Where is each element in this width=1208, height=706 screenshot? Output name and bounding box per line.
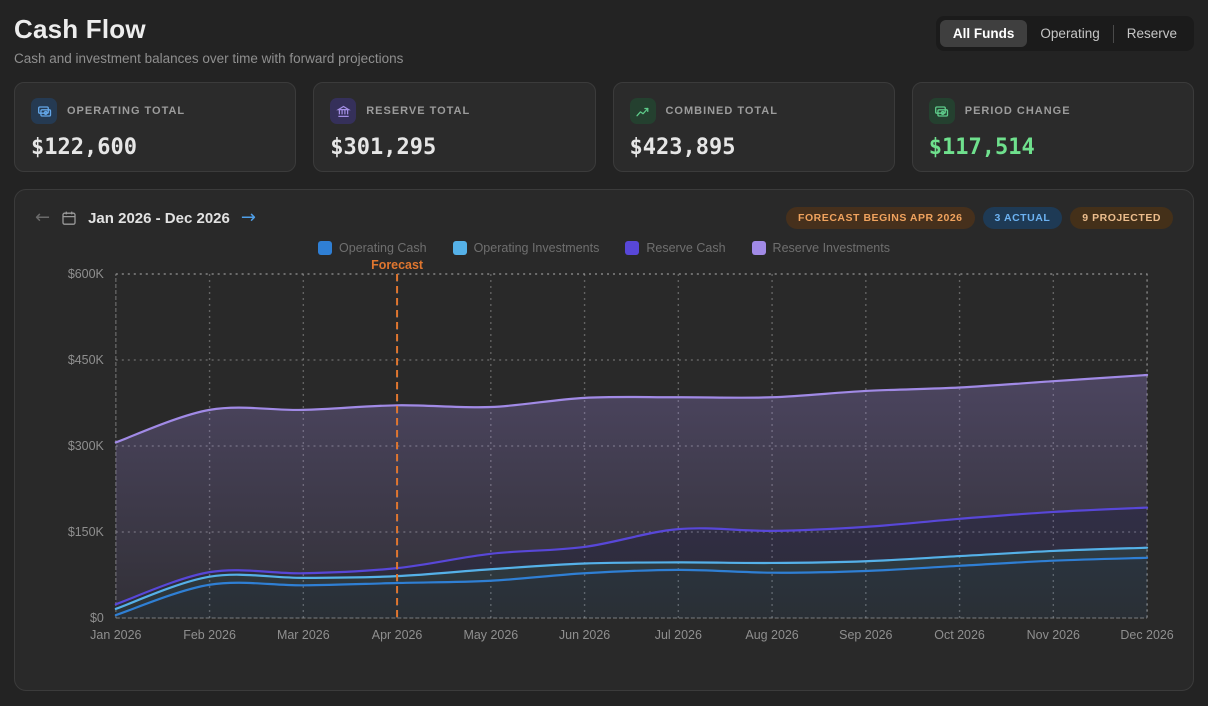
stat-card-operating-total: OPERATING TOTAL $122,600 [14, 82, 296, 172]
legend-swatch-icon [625, 241, 639, 255]
stat-card-period-change: PERIOD CHANGE $117,514 [912, 82, 1194, 172]
legend-label: Operating Cash [339, 241, 427, 255]
legend-swatch-icon [318, 241, 332, 255]
legend-item[interactable]: Operating Cash [318, 241, 427, 255]
y-axis-tick-label: $150K [68, 525, 105, 539]
next-period-button[interactable]: → [241, 209, 256, 227]
chart-header: ← Jan 2026 - Dec 2026 → FORECAST BEGINS … [15, 190, 1193, 229]
stat-label: PERIOD CHANGE [965, 105, 1071, 117]
x-axis-tick-label: May 2026 [463, 628, 518, 642]
chart-legend: Operating Cash Operating Investments Reser… [15, 241, 1193, 255]
page-subtitle: Cash and investment balances over time w… [14, 51, 403, 66]
tab-operating[interactable]: Operating [1027, 20, 1112, 47]
x-axis-tick-label: Mar 2026 [277, 628, 330, 642]
actual-count-badge: 3 ACTUAL [983, 207, 1063, 229]
forecast-line-label: Forecast [371, 258, 423, 272]
chart-badges: FORECAST BEGINS APR 2026 3 ACTUAL 9 PROJ… [786, 207, 1173, 229]
stacked-area-chart[interactable]: Forecast $0 $150K $300K $450K $600K Jan 2026 Fe… [15, 257, 1193, 657]
cash-flow-chart-panel: ← Jan 2026 - Dec 2026 → FORECAST BEGINS … [14, 189, 1194, 691]
y-axis-tick-label: $450K [68, 353, 105, 367]
date-range-nav: ← Jan 2026 - Dec 2026 → [35, 209, 256, 227]
x-axis-tick-label: Sep 2026 [839, 628, 892, 642]
page-header: Cash Flow Cash and investment balances o… [14, 14, 1194, 66]
x-axis-tick-label: Oct 2026 [934, 628, 985, 642]
title-block: Cash Flow Cash and investment balances o… [14, 14, 403, 66]
x-axis-tick-label: Apr 2026 [372, 628, 423, 642]
banknotes-icon [31, 98, 57, 124]
fund-filter-tabs: All Funds Operating Reserve [936, 16, 1194, 51]
legend-swatch-icon [752, 241, 766, 255]
page-title: Cash Flow [14, 14, 403, 45]
y-axis-tick-label: $600K [68, 267, 105, 281]
stat-value: $122,600 [31, 135, 279, 160]
legend-item[interactable]: Reserve Investments [752, 241, 890, 255]
stat-label: COMBINED TOTAL [666, 105, 778, 117]
y-axis-tick-label: $300K [68, 439, 105, 453]
stat-card-combined-total: COMBINED TOTAL $423,895 [613, 82, 895, 172]
legend-label: Reserve Investments [773, 241, 890, 255]
tab-all-funds[interactable]: All Funds [940, 20, 1028, 47]
stat-label: RESERVE TOTAL [366, 105, 470, 117]
trend-up-icon [630, 98, 656, 124]
stat-cards-row: OPERATING TOTAL $122,600 RESERVE TOTAL $… [14, 82, 1194, 172]
x-axis-tick-label: Jan 2026 [90, 628, 141, 642]
stat-value: $423,895 [630, 135, 878, 160]
bank-icon [330, 98, 356, 124]
stat-value: $301,295 [330, 135, 578, 160]
x-axis-tick-label: Jun 2026 [559, 628, 610, 642]
forecast-begins-badge: FORECAST BEGINS APR 2026 [786, 207, 975, 229]
calendar-icon [61, 210, 77, 226]
x-axis-tick-label: Jul 2026 [655, 628, 702, 642]
date-range-label: Jan 2026 - Dec 2026 [88, 210, 230, 227]
legend-label: Operating Investments [474, 241, 600, 255]
tab-reserve[interactable]: Reserve [1114, 20, 1190, 47]
x-axis-tick-label: Aug 2026 [745, 628, 798, 642]
x-axis-tick-label: Nov 2026 [1027, 628, 1080, 642]
legend-swatch-icon [453, 241, 467, 255]
cash-flow-page: Cash Flow Cash and investment balances o… [0, 0, 1208, 691]
banknotes-icon [929, 98, 955, 124]
legend-item[interactable]: Reserve Cash [625, 241, 725, 255]
stat-card-reserve-total: RESERVE TOTAL $301,295 [313, 82, 595, 172]
stat-label: OPERATING TOTAL [67, 105, 185, 117]
y-axis-tick-label: $0 [90, 611, 104, 625]
projected-count-badge: 9 PROJECTED [1070, 207, 1173, 229]
x-axis-tick-label: Feb 2026 [183, 628, 236, 642]
prev-period-button[interactable]: ← [35, 209, 50, 227]
x-axis-tick-label: Dec 2026 [1120, 628, 1173, 642]
stat-value: $117,514 [929, 135, 1177, 160]
legend-item[interactable]: Operating Investments [453, 241, 600, 255]
legend-label: Reserve Cash [646, 241, 725, 255]
